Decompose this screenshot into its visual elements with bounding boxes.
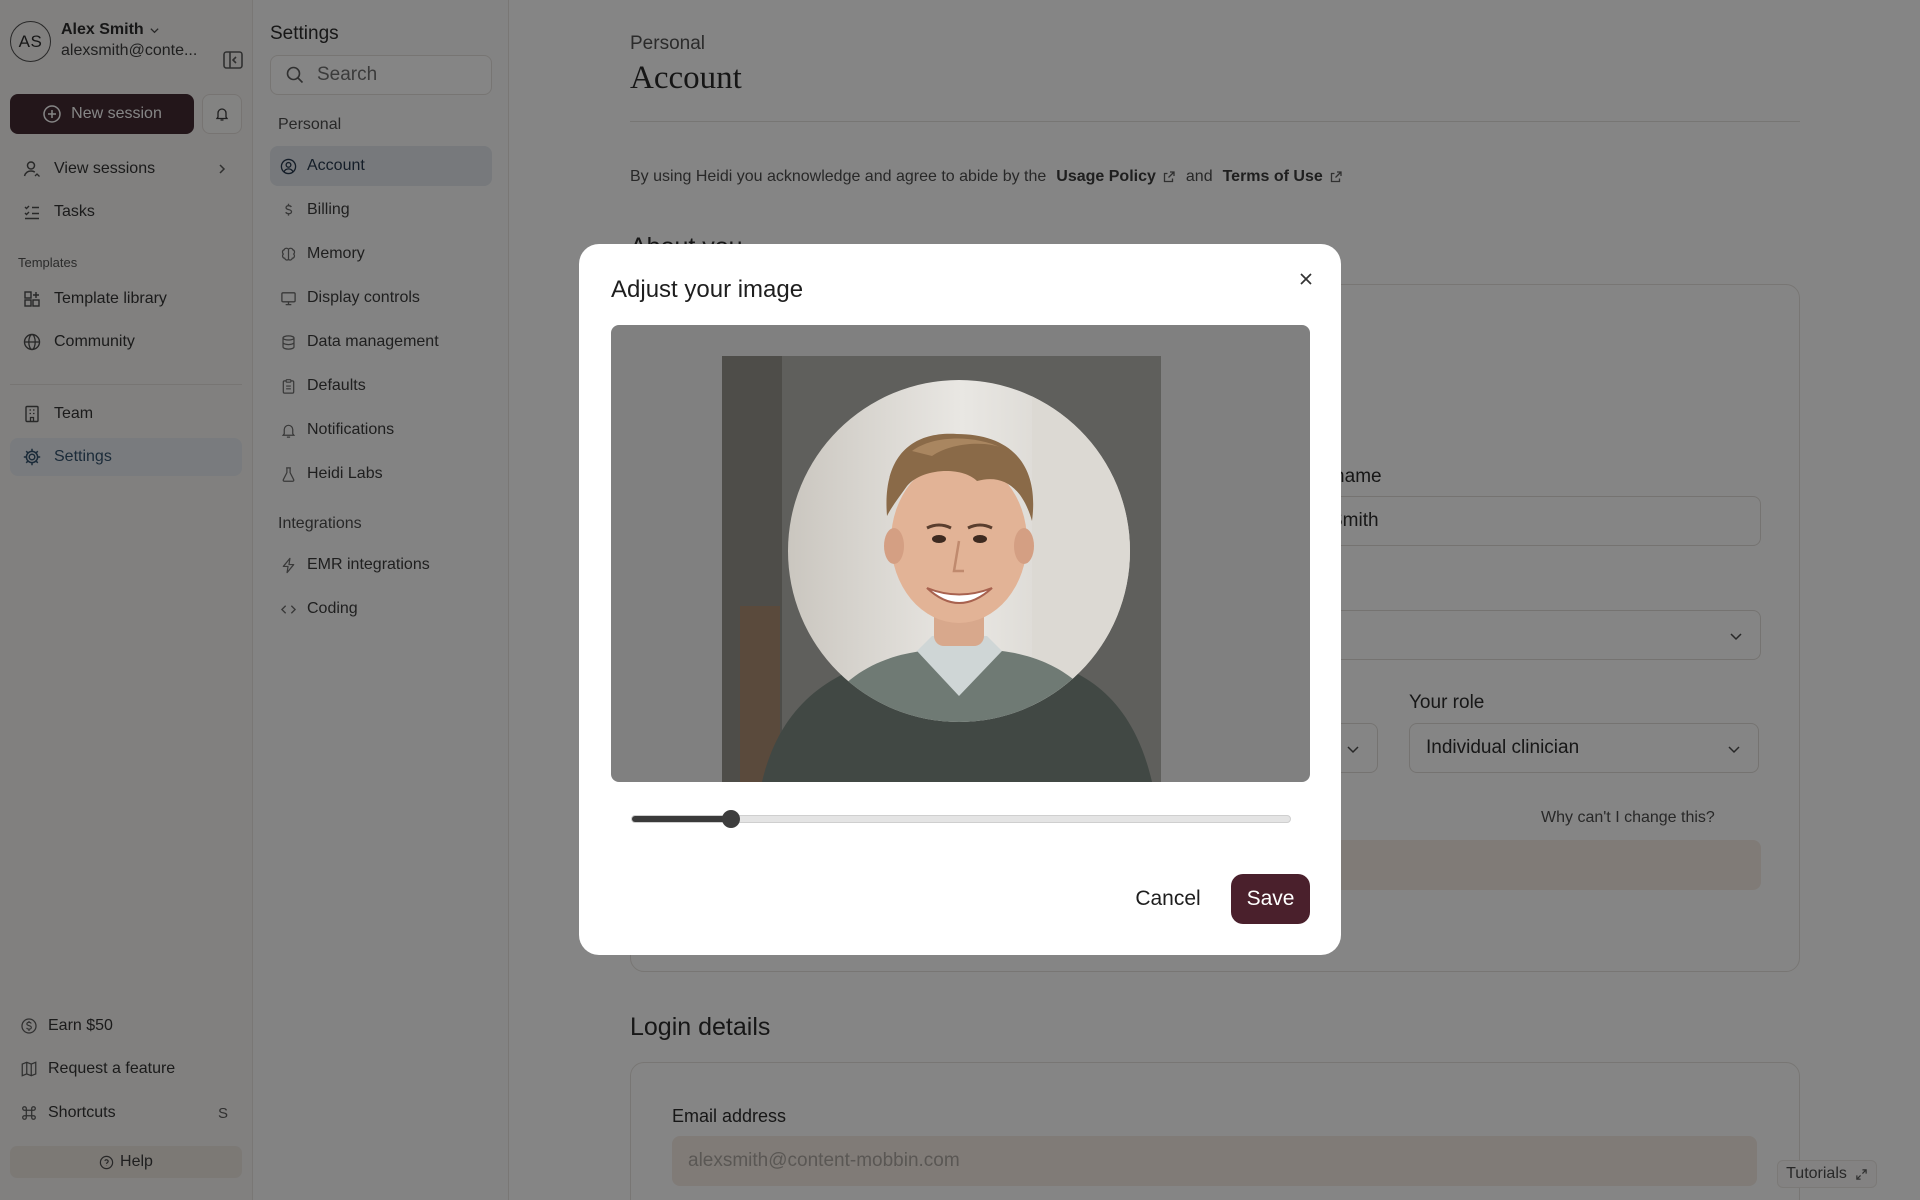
zoom-slider-thumb[interactable] <box>721 810 740 828</box>
zoom-slider[interactable] <box>631 810 1291 828</box>
image-crop-area[interactable] <box>611 325 1310 782</box>
dialog-title: Adjust your image <box>611 276 804 303</box>
zoom-slider-fill <box>632 816 731 822</box>
close-icon[interactable] <box>1293 266 1319 292</box>
adjust-image-dialog: Adjust your image Cancel Save <box>579 244 1341 955</box>
save-button[interactable]: Save <box>1231 874 1310 924</box>
profile-photo <box>722 356 1161 782</box>
cancel-button[interactable]: Cancel <box>1123 874 1213 924</box>
